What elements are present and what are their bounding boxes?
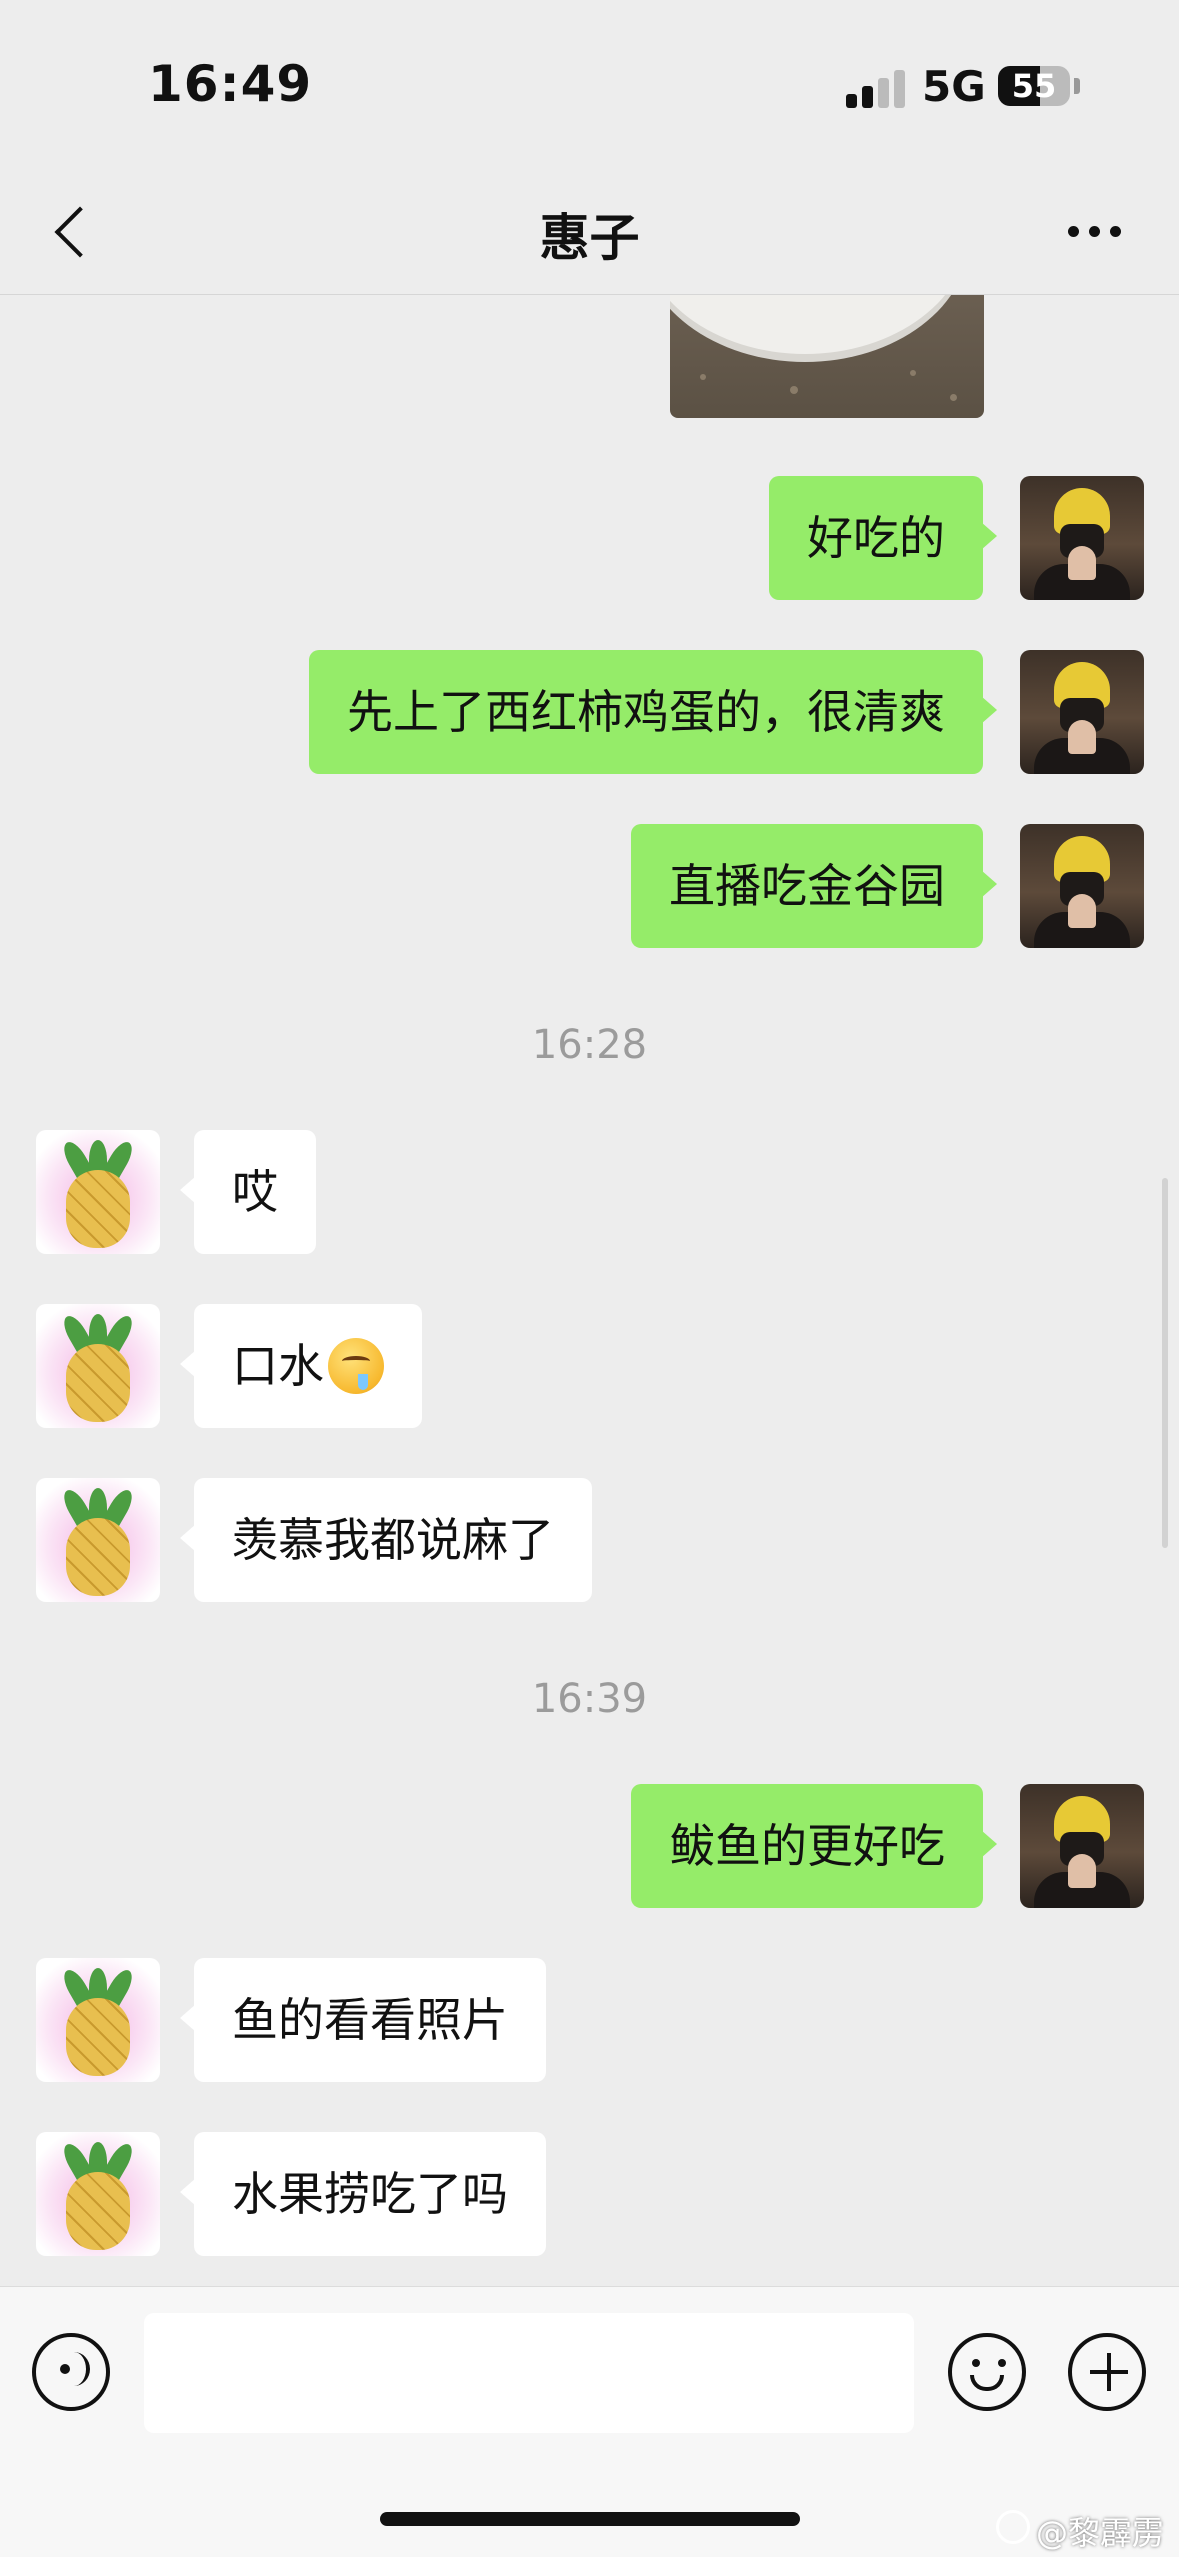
sent-message-bubble[interactable]: 鲅鱼的更好吃 <box>631 1784 997 1908</box>
status-time: 16:49 <box>148 55 313 113</box>
timestamp: 16:28 <box>531 1022 648 1068</box>
cellular-signal-icon <box>846 70 906 108</box>
drooling-face-icon <box>328 1337 384 1394</box>
weibo-icon <box>996 2510 1030 2544</box>
voice-icon[interactable] <box>32 2333 110 2411</box>
message-input[interactable] <box>144 2313 914 2433</box>
scrollbar[interactable] <box>1162 1178 1168 1548</box>
message-row: 羡慕我都说麻了 <box>0 1478 1179 1602</box>
received-message-bubble[interactable]: 哎 <box>180 1130 316 1254</box>
chat-title: 惠子 <box>539 209 640 267</box>
message-list[interactable]: 好吃的 先上了西红柿鸡蛋的，很清爽 直播吃金谷园 16:28 哎 口水 羡慕我都… <box>0 294 1179 2286</box>
contact-avatar[interactable] <box>36 1958 160 2082</box>
my-avatar[interactable] <box>1020 476 1144 600</box>
battery-cap <box>1074 78 1080 94</box>
message-row: 水果捞吃了吗 <box>0 2132 1179 2256</box>
my-avatar[interactable] <box>1020 650 1144 774</box>
contact-avatar[interactable] <box>36 1304 160 1428</box>
sent-message-bubble[interactable]: 直播吃金谷园 <box>631 824 997 948</box>
sent-message-bubble[interactable]: 先上了西红柿鸡蛋的，很清爽 <box>309 650 997 774</box>
message-row: 好吃的 <box>0 476 1179 600</box>
battery-level: 55 <box>1011 67 1057 105</box>
emoji-icon[interactable] <box>948 2333 1026 2411</box>
message-row: 先上了西红柿鸡蛋的，很清爽 <box>0 650 1179 774</box>
battery-icon: 55 <box>998 66 1070 106</box>
my-avatar[interactable] <box>1020 1784 1144 1908</box>
plus-icon[interactable] <box>1068 2333 1146 2411</box>
message-row: 鱼的看看照片 <box>0 1958 1179 2082</box>
contact-avatar[interactable] <box>36 1478 160 1602</box>
message-row: 直播吃金谷园 <box>0 824 1179 948</box>
timestamp: 16:39 <box>531 1676 648 1722</box>
sent-message-bubble[interactable]: 好吃的 <box>769 476 997 600</box>
chat-header: 惠子 <box>0 170 1179 295</box>
contact-avatar[interactable] <box>36 2132 160 2256</box>
message-row: 鲅鱼的更好吃 <box>0 1784 1179 1908</box>
received-message-bubble[interactable]: 口水 <box>180 1304 422 1428</box>
message-row: 口水 <box>0 1304 1179 1428</box>
contact-avatar[interactable] <box>36 1130 160 1254</box>
home-indicator[interactable] <box>380 2512 800 2526</box>
more-options-icon[interactable] <box>1060 216 1130 246</box>
received-message-bubble[interactable]: 羡慕我都说麻了 <box>180 1478 592 1602</box>
status-bar: 16:49 5G 55 <box>0 0 1179 170</box>
network-type: 5G <box>922 62 986 111</box>
food-photo-message[interactable] <box>670 294 984 418</box>
watermark: @黎霹雳 <box>1036 2514 1165 2552</box>
received-message-bubble[interactable]: 水果捞吃了吗 <box>180 2132 546 2256</box>
message-row: 哎 <box>0 1130 1179 1254</box>
my-avatar[interactable] <box>1020 824 1144 948</box>
message-text: 口水 <box>232 1339 324 1393</box>
received-message-bubble[interactable]: 鱼的看看照片 <box>180 1958 546 2082</box>
